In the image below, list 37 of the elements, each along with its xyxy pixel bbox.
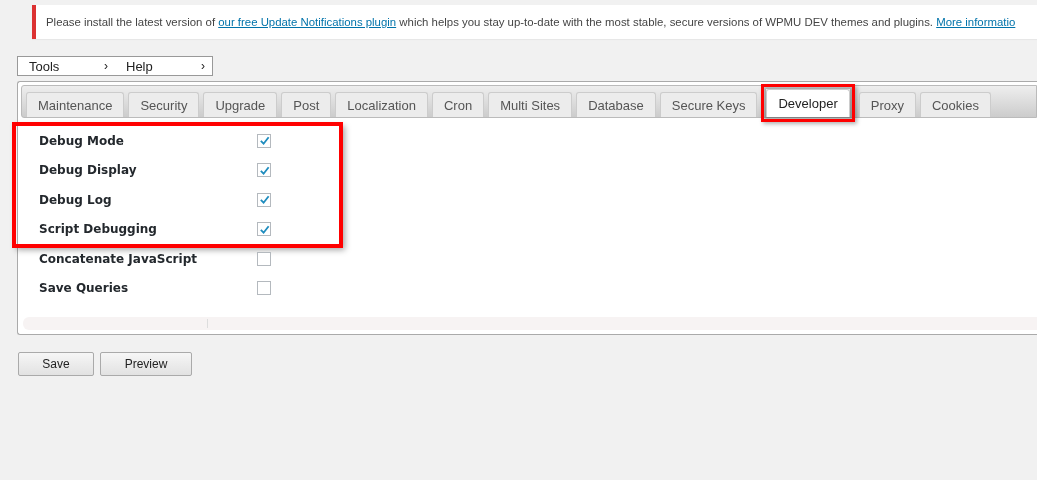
tab[interactable]: Upgrade bbox=[203, 92, 278, 117]
check-icon bbox=[258, 135, 270, 147]
notice-text: Please install the latest version of our free Update Notifications plugin which helps you stay up-to-date with the most stable, secure versions of WPMU DEV themes and plugins. More informatio bbox=[46, 16, 1016, 28]
tab[interactable]: Secure Keys bbox=[659, 92, 758, 117]
setting-label: Debug Mode bbox=[38, 133, 125, 148]
action-button[interactable]: Preview bbox=[100, 352, 192, 376]
setting-label: Concatenate JavaScript bbox=[38, 251, 198, 266]
checkbox[interactable] bbox=[257, 192, 271, 207]
tab[interactable]: Database bbox=[576, 92, 656, 117]
more-information-link[interactable]: More informatio bbox=[936, 16, 1016, 28]
submenu-arrow: › bbox=[201, 59, 205, 73]
check-icon bbox=[258, 194, 270, 206]
check-icon bbox=[258, 164, 270, 176]
action-button[interactable]: Save bbox=[18, 352, 94, 376]
tab[interactable]: Cron bbox=[431, 92, 485, 117]
setting-label: Debug Display bbox=[38, 163, 138, 178]
checkbox[interactable] bbox=[257, 281, 271, 296]
menu-item[interactable]: Help bbox=[126, 58, 201, 74]
checkbox[interactable] bbox=[257, 251, 271, 266]
submenu-arrow: › bbox=[104, 59, 108, 73]
checkbox[interactable] bbox=[257, 222, 271, 237]
setting-label: Script Debugging bbox=[38, 222, 158, 237]
setting-label: Debug Log bbox=[38, 192, 113, 207]
tab[interactable]: Localization bbox=[335, 92, 428, 117]
setting-label: Save Queries bbox=[38, 281, 130, 296]
tab[interactable]: Security bbox=[128, 92, 200, 117]
tab[interactable]: Proxy bbox=[858, 92, 916, 117]
tab[interactable]: Multi Sites bbox=[488, 92, 573, 117]
menu-item[interactable]: Tools bbox=[29, 58, 104, 74]
plugin-link[interactable]: our free Update Notifications plugin bbox=[218, 16, 397, 28]
tab[interactable]: Cookies bbox=[920, 92, 991, 117]
checkbox[interactable] bbox=[257, 163, 271, 178]
tab[interactable]: Post bbox=[281, 92, 332, 117]
tab[interactable]: Maintenance bbox=[26, 92, 125, 117]
tab[interactable]: Developer bbox=[766, 89, 850, 117]
check-icon bbox=[258, 223, 270, 235]
checkbox[interactable] bbox=[257, 133, 271, 148]
